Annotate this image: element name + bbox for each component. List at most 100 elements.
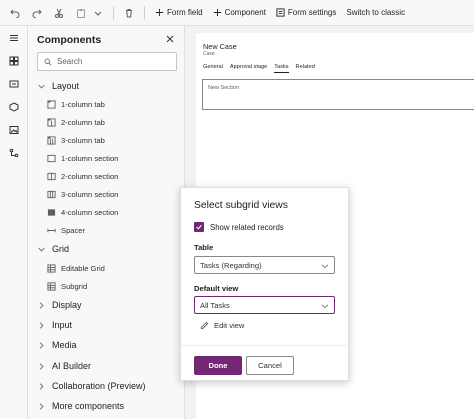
component-label: Component xyxy=(224,8,266,17)
group-label: AI Builder xyxy=(52,361,92,371)
group-layout[interactable]: Layout xyxy=(38,81,79,91)
checkbox-label: Show related records xyxy=(210,222,284,232)
section-layout-icon xyxy=(47,208,56,217)
tab-layout-icon xyxy=(47,136,56,145)
item-label: Editable Grid xyxy=(61,264,105,273)
fields-icon[interactable] xyxy=(0,72,28,95)
settings-icon xyxy=(276,8,285,17)
group-grid[interactable]: Grid xyxy=(38,244,69,254)
chevron-right-icon xyxy=(39,321,44,329)
search-placeholder: Search xyxy=(57,57,83,66)
item-label: 2-column section xyxy=(61,172,119,181)
checkbox-checked[interactable] xyxy=(194,222,204,232)
panel-title: Components xyxy=(37,34,102,46)
item-label: Spacer xyxy=(61,226,86,235)
command-bar: Form field Component Form settings Switc… xyxy=(0,0,474,26)
hamburger-icon[interactable] xyxy=(0,26,28,49)
chevron-down-icon xyxy=(321,264,329,269)
form-title: New Case xyxy=(203,42,237,51)
cancel-button[interactable]: Cancel xyxy=(246,356,294,375)
group-ai-builder[interactable]: AI Builder xyxy=(38,361,91,371)
form-section[interactable]: New Section xyxy=(202,79,474,110)
group-label: Layout xyxy=(52,81,80,91)
default-view-label: Default view xyxy=(194,284,239,293)
edit-view-button[interactable]: Edit view xyxy=(200,321,244,330)
component-editable-grid[interactable]: Editable Grid xyxy=(47,264,105,273)
delete-icon[interactable] xyxy=(122,6,136,20)
done-button[interactable]: Done xyxy=(194,356,242,375)
group-label: Collaboration (Preview) xyxy=(52,381,146,391)
form-field-button[interactable]: Form field xyxy=(155,8,203,17)
section-layout-icon xyxy=(47,154,56,163)
component-1-column-section[interactable]: 1-column section xyxy=(47,154,118,163)
component-1-column-tab[interactable]: 1-column tab xyxy=(47,100,105,109)
close-icon[interactable] xyxy=(165,34,175,44)
item-label: 3-column section xyxy=(61,190,119,199)
components-icon[interactable] xyxy=(0,49,28,72)
item-label: 4-column section xyxy=(61,208,119,217)
tab-general[interactable]: General xyxy=(203,64,223,73)
switch-to-classic-label: Switch to classic xyxy=(346,8,406,17)
group-collaboration[interactable]: Collaboration (Preview) xyxy=(38,381,146,391)
redo-icon[interactable] xyxy=(30,6,44,20)
form-settings-label: Form settings xyxy=(287,8,337,17)
left-nav-rail xyxy=(0,26,28,419)
image-icon[interactable] xyxy=(0,118,28,141)
checkmark-icon xyxy=(196,224,202,230)
form-subtitle: Case xyxy=(203,51,215,57)
item-label: 1-column section xyxy=(61,154,119,163)
components-panel: Components Search Layout 1-column tab 2-… xyxy=(28,26,185,419)
component-2-column-section[interactable]: 2-column section xyxy=(47,172,118,181)
component-2-column-tab[interactable]: 2-column tab xyxy=(47,118,105,127)
table-icon[interactable] xyxy=(0,95,28,118)
chevron-right-icon xyxy=(39,362,44,370)
toolbar-divider xyxy=(113,5,114,20)
component-3-column-section[interactable]: 3-column section xyxy=(47,190,118,199)
section-label: New Section xyxy=(208,85,239,91)
form-settings-button[interactable]: Form settings xyxy=(276,8,336,17)
component-subgrid[interactable]: Subgrid xyxy=(47,282,87,291)
table-dropdown-value: Tasks (Regarding) xyxy=(200,260,262,270)
paste-icon[interactable] xyxy=(74,6,88,20)
tab-layout-icon xyxy=(47,100,56,109)
select-subgrid-views-dialog: Select subgrid views Show related record… xyxy=(180,187,350,381)
chevron-down-icon[interactable] xyxy=(91,6,105,20)
component-4-column-section[interactable]: 4-column section xyxy=(47,208,118,217)
group-label: Display xyxy=(52,300,82,310)
item-label: 2-column tab xyxy=(61,118,105,127)
table-dropdown[interactable]: Tasks (Regarding) xyxy=(194,256,335,274)
chevron-down-icon xyxy=(38,84,45,88)
show-related-records-checkbox[interactable]: Show related records xyxy=(194,222,284,232)
cut-icon[interactable] xyxy=(52,6,66,20)
chevron-right-icon xyxy=(39,382,44,390)
table-label: Table xyxy=(194,243,214,252)
component-3-column-tab[interactable]: 3-column tab xyxy=(47,136,105,145)
group-media[interactable]: Media xyxy=(38,340,77,350)
subgrid-icon xyxy=(47,282,56,291)
group-more-components[interactable]: More components xyxy=(38,401,124,411)
chevron-down-icon xyxy=(321,304,329,309)
form-tabs: General Approval stage Tasks Related xyxy=(203,64,322,73)
chevron-right-icon xyxy=(39,301,44,309)
chevron-right-icon xyxy=(39,341,44,349)
chevron-right-icon xyxy=(39,402,44,410)
component-spacer[interactable]: Spacer xyxy=(47,226,85,235)
tab-tasks[interactable]: Tasks xyxy=(274,64,289,73)
form-field-label: Form field xyxy=(167,8,203,17)
section-layout-icon xyxy=(47,190,56,199)
item-label: Subgrid xyxy=(61,282,88,291)
tab-related[interactable]: Related xyxy=(296,64,315,73)
tree-view-icon[interactable] xyxy=(0,141,28,164)
group-display[interactable]: Display xyxy=(38,300,82,310)
edit-icon xyxy=(200,321,209,330)
default-view-dropdown-value: All Tasks xyxy=(200,300,230,310)
section-layout-icon xyxy=(47,172,56,181)
search-icon xyxy=(44,58,52,65)
group-input[interactable]: Input xyxy=(38,320,72,330)
switch-to-classic-button[interactable]: Switch to classic xyxy=(346,8,405,17)
undo-icon[interactable] xyxy=(8,6,22,20)
search-input[interactable]: Search xyxy=(37,52,177,71)
component-button[interactable]: Component xyxy=(213,8,266,17)
default-view-dropdown[interactable]: All Tasks xyxy=(194,296,335,314)
tab-approval-stage[interactable]: Approval stage xyxy=(230,64,267,73)
